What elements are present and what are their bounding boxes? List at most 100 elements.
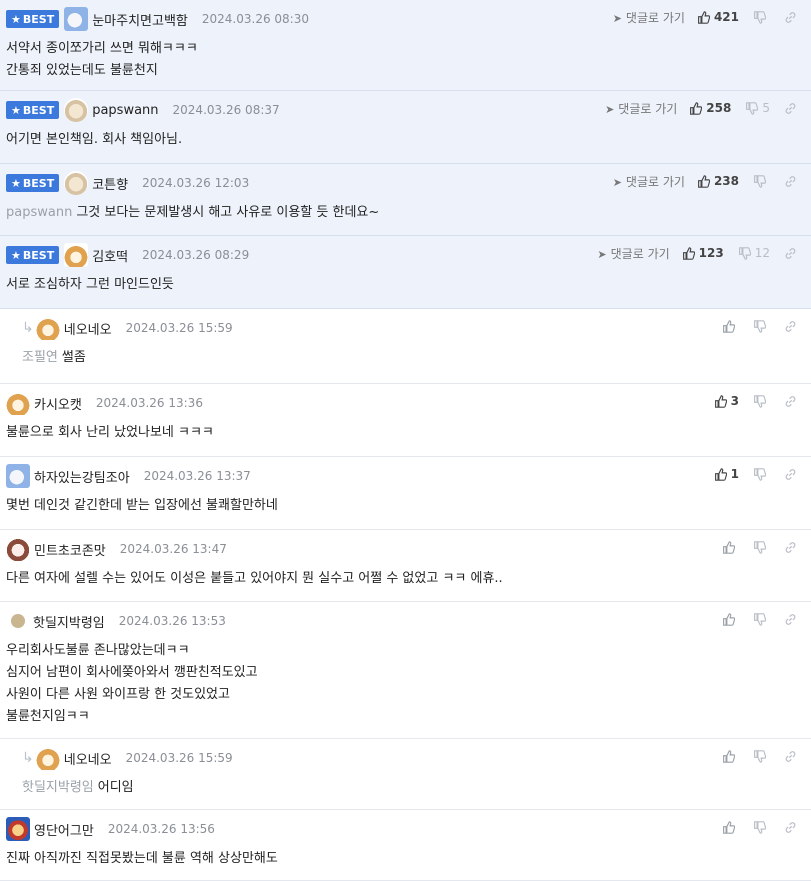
- dislike-button[interactable]: [753, 540, 770, 554]
- avatar[interactable]: [6, 464, 30, 488]
- dislike-button[interactable]: [753, 820, 770, 834]
- dislike-button[interactable]: [753, 174, 770, 188]
- avatar[interactable]: [64, 243, 89, 267]
- goto-comment-link[interactable]: ➤ 댓글로 가기: [613, 9, 685, 26]
- dislike-button[interactable]: [753, 749, 770, 763]
- link-icon: [785, 175, 796, 187]
- comment-item: 영단어그만 2024.03.26 13:56 진짜 아직까진 직접못봤는데 불륜…: [0, 810, 811, 881]
- thumbs-up-icon: [714, 394, 727, 408]
- goto-label: 댓글로 가기: [618, 101, 678, 116]
- nickname[interactable]: 카시오캣: [34, 394, 82, 413]
- like-button[interactable]: 1: [714, 467, 739, 481]
- nickname[interactable]: 눈마주치면고백함: [92, 10, 188, 29]
- dislike-count: 12: [754, 246, 770, 260]
- share-link-button[interactable]: [784, 541, 797, 554]
- thumbs-up-icon: [723, 319, 735, 333]
- mention-nickname[interactable]: papswann: [6, 205, 72, 220]
- share-link-button[interactable]: [784, 102, 797, 115]
- dislike-button[interactable]: [753, 319, 770, 333]
- share-link-button[interactable]: [784, 468, 797, 481]
- like-count: 238: [713, 174, 739, 188]
- comment-item: ↳ 네오네오 2024.03.26 15:59 조필연 썰좀: [0, 309, 811, 384]
- comment-body: 어기면 본인책임. 회사 책임아님.: [6, 129, 182, 151]
- share-link-button[interactable]: [784, 320, 797, 333]
- dislike-button[interactable]: 5: [745, 101, 770, 115]
- avatar[interactable]: [64, 7, 89, 31]
- comment-body: 몇번 데인것 같긴한데 받는 입장에선 불쾌할만하네: [6, 495, 278, 517]
- nickname[interactable]: 김호떡: [92, 246, 128, 265]
- nickname[interactable]: 네오네오: [64, 319, 112, 338]
- share-link-button[interactable]: [784, 750, 797, 763]
- avatar[interactable]: [35, 746, 60, 770]
- dislike-button[interactable]: [753, 394, 770, 408]
- avatar[interactable]: [11, 614, 25, 628]
- arrow-icon: ➤: [597, 247, 607, 261]
- avatar[interactable]: [64, 98, 89, 122]
- mention-nickname[interactable]: 핫딜지박령임: [22, 780, 94, 795]
- nickname[interactable]: papswann: [92, 103, 158, 118]
- like-button[interactable]: 421: [697, 10, 739, 24]
- goto-comment-link[interactable]: ➤ 댓글로 가기: [613, 173, 685, 190]
- comment-item: ★ BEST 코튼향 2024.03.26 12:03 ➤ 댓글로 가기 238 p…: [0, 164, 811, 236]
- share-link-button[interactable]: [784, 613, 797, 626]
- goto-comment-link[interactable]: ➤ 댓글로 가기: [605, 100, 677, 117]
- comment-list: ★ BEST 눈마주치면고백함 2024.03.26 08:30 ➤ 댓글로 가기 …: [0, 0, 811, 881]
- avatar[interactable]: [6, 817, 30, 841]
- comment-item: ★ BEST 김호떡 2024.03.26 08:29 ➤ 댓글로 가기 123 1…: [0, 236, 811, 309]
- star-icon: ★: [11, 248, 21, 262]
- comment-date: 2024.03.26 13:36: [95, 396, 203, 410]
- best-badge: ★ BEST: [6, 10, 60, 28]
- comment-body: 불륜으로 회사 난리 났었나보네 ㅋㅋㅋ: [6, 422, 214, 444]
- thumbs-down-icon: [754, 749, 766, 763]
- nickname[interactable]: 하자있는강팀조아: [34, 467, 130, 486]
- like-button[interactable]: 238: [697, 174, 739, 188]
- comment-date: 2024.03.26 13:56: [107, 822, 215, 836]
- dislike-button[interactable]: 12: [738, 246, 770, 260]
- comment-body: 우리회사도불륜 존나많았는데ㅋㅋ 심지어 남편이 회사에쫒아와서 깽판친적도있고 사…: [6, 640, 258, 728]
- comment-line: 어디임: [97, 780, 134, 795]
- comment-line: 사원이 다른 사원 와이프랑 한 것도있었고: [6, 687, 230, 702]
- nickname[interactable]: 민트초코존맛: [34, 540, 106, 559]
- mention-nickname[interactable]: 조필연: [22, 350, 58, 365]
- comment-date: 2024.03.26 13:53: [118, 614, 226, 628]
- avatar[interactable]: [64, 171, 89, 195]
- like-button[interactable]: [722, 612, 739, 626]
- comment-actions: [722, 317, 797, 335]
- comment-body: 서약서 종이쪼가리 쓰면 뭐해ㅋㅋㅋ 간통죄 있었는데도 불륜천지: [6, 38, 198, 82]
- comment-line: 간통죄 있었는데도 불륜천지: [6, 63, 158, 78]
- share-link-button[interactable]: [784, 247, 797, 260]
- nickname[interactable]: 핫딜지박령임: [33, 612, 105, 631]
- share-link-button[interactable]: [784, 175, 797, 188]
- like-button[interactable]: [722, 540, 739, 554]
- link-icon: [785, 541, 796, 553]
- comment-line: 몇번 데인것 같긴한데 받는 입장에선 불쾌할만하네: [6, 498, 278, 513]
- link-icon: [785, 11, 796, 23]
- avatar[interactable]: [6, 391, 30, 415]
- comment-item: 카시오캣 2024.03.26 13:36 3 불륜으로 회사 난리 났었나보네…: [0, 384, 811, 457]
- avatar[interactable]: [6, 537, 30, 561]
- nickname[interactable]: 영단어그만: [34, 820, 94, 839]
- like-count: 421: [713, 10, 739, 24]
- dislike-button[interactable]: [753, 10, 770, 24]
- dislike-button[interactable]: [753, 467, 770, 481]
- like-button[interactable]: [722, 319, 739, 333]
- like-button[interactable]: 3: [714, 394, 739, 408]
- dislike-button[interactable]: [753, 612, 770, 626]
- like-count: 258: [706, 101, 732, 115]
- arrow-icon: ➤: [612, 175, 622, 189]
- avatar[interactable]: [35, 316, 60, 340]
- share-link-button[interactable]: [784, 11, 797, 24]
- like-button[interactable]: 123: [682, 246, 724, 260]
- share-link-button[interactable]: [784, 821, 797, 834]
- thumbs-up-icon: [723, 612, 735, 626]
- nickname[interactable]: 코튼향: [92, 174, 128, 193]
- share-link-button[interactable]: [784, 395, 797, 408]
- like-button[interactable]: [722, 820, 739, 834]
- nickname[interactable]: 네오네오: [64, 749, 112, 768]
- comment-item: 핫딜지박령임 2024.03.26 13:53 우리회사도불륜 존나많았는데ㅋㅋ…: [0, 602, 811, 739]
- like-button[interactable]: [722, 749, 739, 763]
- like-button[interactable]: 258: [689, 101, 731, 115]
- comment-header: ★ BEST papswann 2024.03.26 08:37: [6, 98, 280, 122]
- comment-actions: ➤ 댓글로 가기 123 12: [597, 244, 797, 262]
- goto-comment-link[interactable]: ➤ 댓글로 가기: [597, 245, 669, 262]
